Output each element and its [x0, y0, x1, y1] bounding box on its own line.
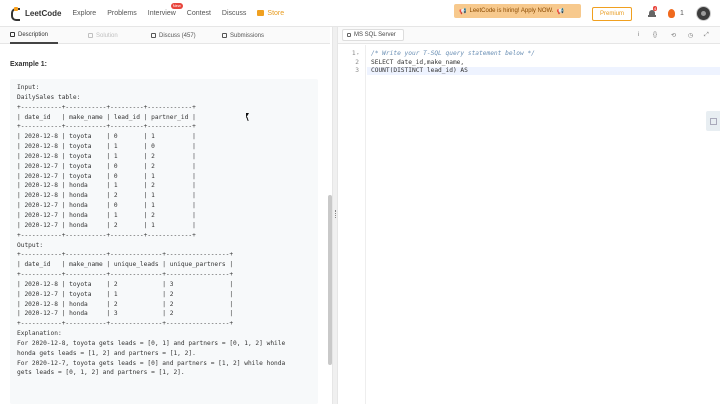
tab-discuss[interactable]: Discuss (457) — [151, 27, 196, 44]
line-number: 1▾ — [352, 50, 359, 59]
braces-icon[interactable]: {} — [653, 32, 657, 38]
nav-store[interactable]: Store — [257, 10, 284, 17]
description-icon — [10, 32, 15, 37]
megaphone-icon: 📢 — [459, 8, 467, 15]
description-panel: Example 1: Input: DailySales table: +---… — [0, 45, 330, 404]
tab-solution-label: Solution — [96, 32, 118, 39]
code-line-3: COUNT(DISTINCT lead_id) AS — [371, 67, 468, 74]
code-line-1: /* Write your T-SQL query statement belo… — [371, 50, 535, 57]
hiring-text: LeetCode is hiring! Apply NOW. — [469, 8, 554, 14]
problem-tabs: Description Solution Discuss (457) Submi… — [0, 27, 330, 44]
editor-toolbar: MS SQL Server i {} ⟲ ◷ ⤢ — [338, 27, 720, 44]
drag-handle-icon — [335, 210, 336, 218]
notification-bell-icon[interactable]: 4 — [648, 6, 658, 18]
discuss-icon — [151, 33, 156, 38]
database-icon — [347, 33, 351, 37]
logo-text: LeetCode — [25, 8, 62, 18]
settings-icon[interactable]: ◷ — [688, 32, 693, 39]
example-block: Input: DailySales table: +-----------+--… — [10, 79, 318, 404]
fullscreen-icon[interactable]: ⤢ — [704, 32, 709, 39]
premium-button[interactable]: Premium — [592, 7, 632, 21]
tab-description-label: Description — [18, 31, 49, 38]
submissions-icon — [222, 33, 227, 38]
nav-discuss[interactable]: Discuss — [222, 10, 247, 17]
premium-label: Premium — [599, 11, 624, 17]
leetcode-logo-icon — [10, 7, 21, 21]
solution-icon — [88, 33, 93, 38]
line-number-1: 1 — [351, 50, 356, 57]
hiring-banner[interactable]: 📢 LeetCode is hiring! Apply NOW. 📢 — [454, 4, 581, 18]
nav-contest[interactable]: Contest — [187, 10, 211, 17]
fold-arrow-icon[interactable]: ▾ — [357, 51, 359, 56]
code-editor[interactable]: 1▾ 2 3 /* Write your T-SQL query stateme… — [338, 45, 720, 404]
example-text: Input: DailySales table: +-----------+--… — [17, 84, 286, 377]
tab-discuss-label: Discuss (457) — [159, 32, 196, 39]
nav-explore[interactable]: Explore — [72, 10, 96, 17]
language-label: MS SQL Server — [354, 32, 396, 38]
tab-submissions[interactable]: Submissions — [222, 27, 264, 44]
new-badge: New — [170, 2, 183, 9]
nav-interview-label: Interview — [147, 9, 176, 17]
side-panel-toggle[interactable] — [706, 111, 720, 131]
nav-problems[interactable]: Problems — [107, 10, 137, 17]
mouse-cursor-icon — [246, 113, 251, 121]
language-select[interactable]: MS SQL Server — [342, 29, 404, 41]
code-line-2: SELECT date_id,make_name, — [371, 58, 465, 66]
line-gutter: 1▾ 2 3 — [338, 45, 366, 404]
info-icon[interactable]: i — [638, 32, 639, 38]
fire-icon[interactable] — [668, 9, 675, 18]
line-number-2: 2 — [355, 58, 359, 66]
bell-base — [648, 15, 656, 17]
store-icon — [257, 10, 265, 16]
tab-solution[interactable]: Solution — [88, 27, 118, 44]
line-number-3: 3 — [355, 67, 359, 74]
megaphone-icon: 📢 — [556, 8, 565, 15]
logo[interactable]: LeetCode — [10, 7, 62, 21]
tab-description[interactable]: Description — [10, 27, 58, 44]
nav-store-label: Store — [267, 9, 285, 17]
streak-count: 1 — [680, 10, 684, 17]
nav-interview[interactable]: Interview New — [147, 2, 183, 17]
reset-icon[interactable]: ⟲ — [671, 32, 676, 39]
example-title: Example 1: — [10, 61, 47, 68]
tab-submissions-label: Submissions — [230, 32, 265, 39]
avatar[interactable] — [696, 6, 711, 21]
